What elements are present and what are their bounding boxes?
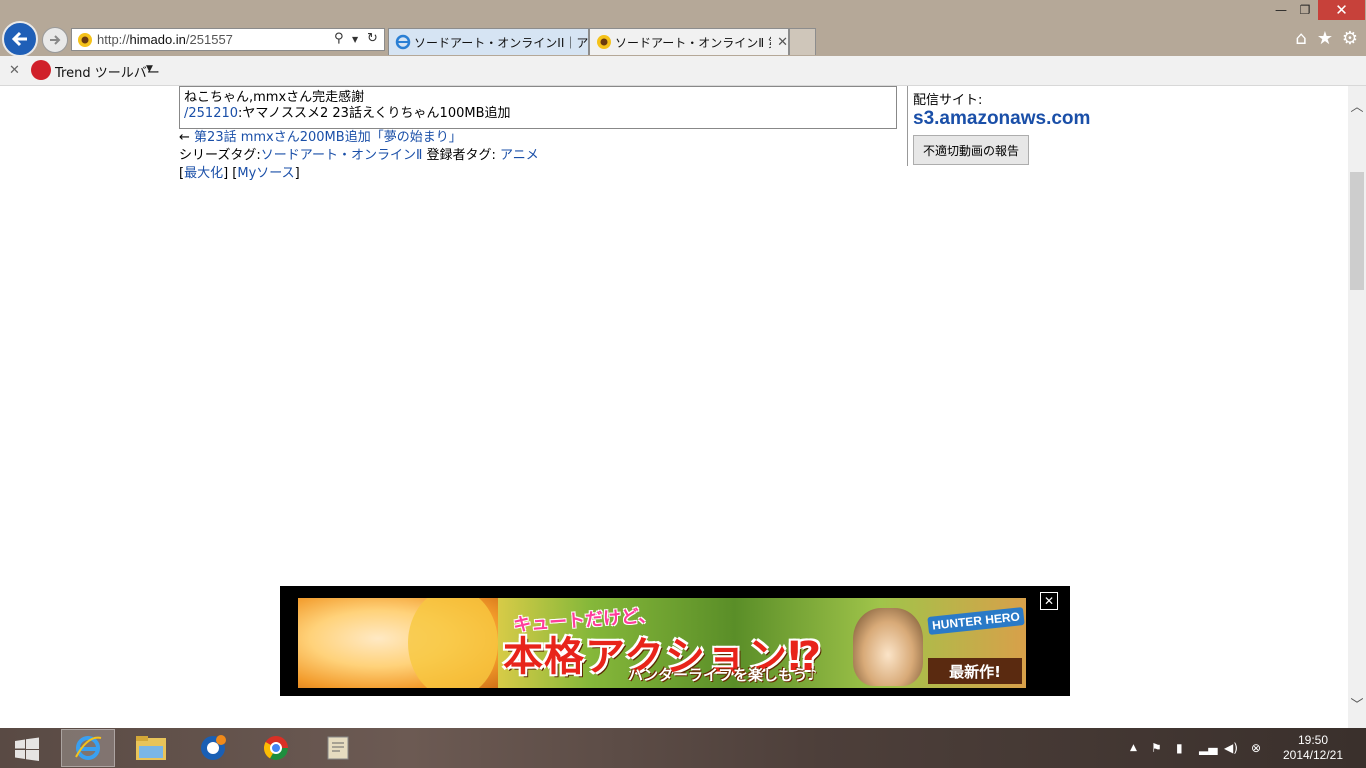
restore-button[interactable]: ❐ [1294,0,1316,20]
view-options-line: [最大化] [Myソース] [179,166,300,181]
ad-banner[interactable]: キュートだけど、 本格アクション⁉ ハンターライフを楽しもう♪ HUNTER H… [298,598,1026,688]
description-line: ねこちゃん,mmxさん完走感謝 [184,90,365,105]
settings-gear-icon[interactable]: ⚙ [1340,30,1360,48]
tag-line: シリーズタグ:ソードアート・オンラインⅡ 登録者タグ: アニメ [179,147,539,165]
scroll-down-icon[interactable]: ﹀ [1348,694,1366,714]
tray-app-x-icon[interactable]: ⊗ [1251,741,1261,755]
scroll-up-icon[interactable]: ︿ [1348,96,1366,116]
folder-icon [136,736,166,760]
search-icon[interactable]: ⚲ [334,31,344,46]
taskbar: ▲ ⚑ ▮ ▂▄ ◀) ⊗ 19:50 2014/12/21 [0,728,1366,768]
ad-close-icon[interactable]: ✕ [1040,592,1058,610]
clock-date: 2014/12/21 [1282,748,1344,762]
description-box: ねこちゃん,mmxさん完走感謝 /251210:ヤマノススメ2 23話えくりちゃ… [179,86,897,129]
previous-episode-link[interactable]: 第23話 mmxさん200MB追加「夢の始まり」 [194,130,462,145]
ad-new-badge: 最新作! [928,658,1022,684]
series-tag-link[interactable]: ソードアート・オンラインⅡ [261,148,423,163]
forward-button[interactable] [42,27,68,53]
minimize-button[interactable]: — [1268,0,1294,20]
series-tag-label: シリーズタグ: [179,148,261,163]
windows-start-icon[interactable] [14,737,40,761]
page-content: ねこちゃん,mmxさん完走感謝 /251210:ヤマノススメ2 23話えくりちゃ… [0,86,1348,728]
address-url: http://himado.in/251557 [97,32,233,47]
tab-sao-anime[interactable]: ソードアート・オンラインII｜アニメ... [388,28,589,55]
previous-episode-line: ← 第23話 mmxさん200MB追加「夢の始まり」 [179,129,462,147]
taskbar-app-3[interactable] [186,729,240,767]
home-icon[interactable]: ⌂ [1291,30,1311,48]
ad-character-mascot [853,608,923,686]
taskbar-chrome[interactable] [249,729,303,767]
toolbar-close-icon[interactable]: ✕ [9,63,20,78]
tab-title: ソードアート・オンラインⅡ 第2... [615,35,771,50]
network-signal-icon[interactable]: ▂▄ [1199,741,1217,755]
vertical-scrollbar[interactable]: ︿ ﹀ [1348,86,1366,728]
action-center-flag-icon[interactable]: ⚑ [1151,741,1162,755]
app-circle-icon [201,735,226,760]
browser-chrome: http://himado.in/251557 ⚲ ▼ ↻ ソードアート・オンラ… [0,0,1366,86]
maximize-link[interactable]: 最大化 [184,166,223,181]
document-tool-icon [327,736,349,760]
distribution-label: 配信サイト: [913,93,983,108]
ad-logo: HUNTER HERO [927,607,1025,635]
ie-favicon-icon [395,34,411,50]
sunflower-favicon-icon [597,35,611,49]
new-tab-button[interactable] [789,28,816,55]
command-bar: ✕ Trend ツールバー ▼ [0,56,1366,86]
volume-icon[interactable]: ◀) [1224,741,1238,755]
back-arrow-icon [11,31,27,47]
taskbar-app-5[interactable] [311,729,365,767]
back-button[interactable] [2,21,38,57]
taskbar-file-explorer[interactable] [124,729,178,767]
tray-expand-icon[interactable]: ▲ [1130,743,1137,753]
ad-sub-text: ハンターライフを楽しもう♪ [628,666,818,684]
forward-arrow-icon [50,35,61,45]
address-bar[interactable]: http://himado.in/251557 ⚲ ▼ ↻ [71,28,385,51]
favorites-star-icon[interactable]: ★ [1315,30,1335,48]
clock-time: 19:50 [1297,733,1329,747]
trend-micro-logo-icon [31,60,51,80]
tab-close-icon[interactable]: ✕ [777,35,788,50]
ad-character-hair [408,598,498,688]
my-source-link[interactable]: Myソース [237,166,294,181]
prev-arrow: ← [179,130,190,145]
trend-toolbar-label[interactable]: Trend ツールバー [55,62,160,81]
sidebar-divider [907,86,908,166]
refresh-icon[interactable]: ↻ [367,31,378,46]
tab-title: ソードアート・オンラインII｜アニメ... [414,35,588,50]
user-tag-link[interactable]: アニメ [500,148,539,163]
ie-icon [75,736,102,760]
distribution-site-link[interactable]: s3.amazonaws.com [913,108,1090,130]
scroll-thumb[interactable] [1350,172,1364,290]
video-link[interactable]: /251210 [184,106,238,121]
user-tag-label: 登録者タグ: [426,148,496,163]
description-line: /251210:ヤマノススメ2 23話えくりちゃん100MB追加 [184,106,511,121]
ad-container: キュートだけど、 本格アクション⁉ ハンターライフを楽しもう♪ HUNTER H… [280,586,1070,696]
chrome-icon [263,736,288,761]
sunflower-favicon-icon [78,33,92,47]
tab-sao-episode[interactable]: ソードアート・オンラインⅡ 第2... ✕ [589,28,789,55]
taskbar-internet-explorer[interactable] [61,729,115,767]
power-icon[interactable]: ▮ [1176,741,1183,755]
close-window-button[interactable]: ✕ [1318,0,1365,20]
dropdown-caret-icon[interactable]: ▼ [352,35,358,44]
taskbar-clock[interactable]: 19:50 2014/12/21 [1278,733,1348,763]
report-video-button[interactable]: 不適切動画の報告 [913,135,1029,165]
trend-toolbar-caret-icon[interactable]: ▼ [146,64,153,74]
